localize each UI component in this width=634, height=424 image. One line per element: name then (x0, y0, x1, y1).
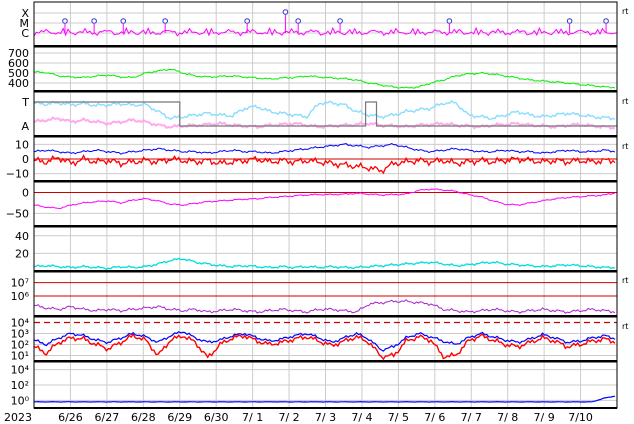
flare-marker (91, 18, 97, 24)
side-marker: rt (622, 97, 628, 106)
speed-line (34, 68, 616, 89)
imf-tick-label: 0 (22, 153, 29, 166)
speed-tick-label: 400 (8, 77, 29, 90)
bz-line (33, 154, 616, 175)
x-axis-tick-label: 7/10 (568, 411, 593, 424)
x-axis-tick-label: 7/ 3 (315, 411, 336, 424)
x-axis-tick-label: 7/ 1 (242, 411, 263, 424)
flare-marker (244, 18, 250, 24)
bottom-tick-label: 10² (11, 379, 29, 392)
proton-line (33, 299, 616, 314)
angle-line (33, 116, 616, 131)
bottom-line (33, 395, 615, 403)
bt-line (33, 143, 616, 155)
side-marker: rt (622, 142, 628, 151)
x-axis-tick-label: 7/ 9 (534, 411, 555, 424)
x-axis-tick-label: 6/26 (58, 411, 83, 424)
density-tick-label: 20 (15, 247, 29, 260)
flare-marker (566, 18, 573, 24)
side-marker: rt (622, 276, 628, 285)
dst-line (33, 188, 615, 210)
xmc-tick-label: C (21, 27, 29, 40)
temperature-line (34, 99, 616, 121)
grid-layer (33, 2, 618, 408)
density-tick-label: 40 (15, 230, 29, 243)
flare-marker (282, 9, 289, 15)
x-axis-tick-label: 7/ 7 (461, 411, 482, 424)
proton-tick-label: 10⁶ (11, 290, 30, 303)
bottom-tick-label: 10⁴ (11, 364, 30, 377)
x-axis-tick-label: 6/27 (95, 411, 120, 424)
dst-tick-label: −50 (6, 207, 29, 220)
angle-tick-label: A (21, 120, 29, 133)
side-marker: rt (622, 7, 628, 16)
x-axis-tick-label: 6/28 (131, 411, 156, 424)
side-marker: rt (622, 322, 628, 331)
x-axis-tick-label: 7/ 6 (424, 411, 445, 424)
flare-marker (62, 18, 68, 24)
x-axis-tick-label: 6/29 (167, 411, 192, 424)
electron-tick-label: 10¹ (11, 350, 29, 363)
flare-marker (295, 18, 301, 24)
temp-tick-label: T (21, 96, 29, 109)
x-axis-year-label: 2023 (4, 411, 32, 424)
space-weather-chart: XMCrt700600500400TArt100−10rt0−50402010⁷… (4, 1, 628, 424)
density-line (33, 257, 616, 271)
x-axis-tick-label: 6/30 (204, 411, 229, 424)
flare-marker (337, 18, 343, 24)
imf-tick-label: 10 (15, 138, 29, 151)
flare-marker (603, 18, 609, 24)
flare-marker (446, 18, 453, 24)
flare-marker (120, 18, 127, 24)
x-axis-tick-label: 7/ 8 (497, 411, 518, 424)
x-axis-tick-label: 7/ 2 (278, 411, 299, 424)
proton-tick-label: 10⁷ (11, 277, 29, 290)
x-axis-tick-label: 7/ 4 (351, 411, 372, 424)
x-axis-tick-label: 7/ 5 (388, 411, 409, 424)
flare-marker (162, 18, 168, 24)
imf-tick-label: −10 (6, 168, 29, 181)
bottom-tick-label: 10⁰ (11, 394, 30, 407)
dst-tick-label: 0 (22, 186, 29, 199)
